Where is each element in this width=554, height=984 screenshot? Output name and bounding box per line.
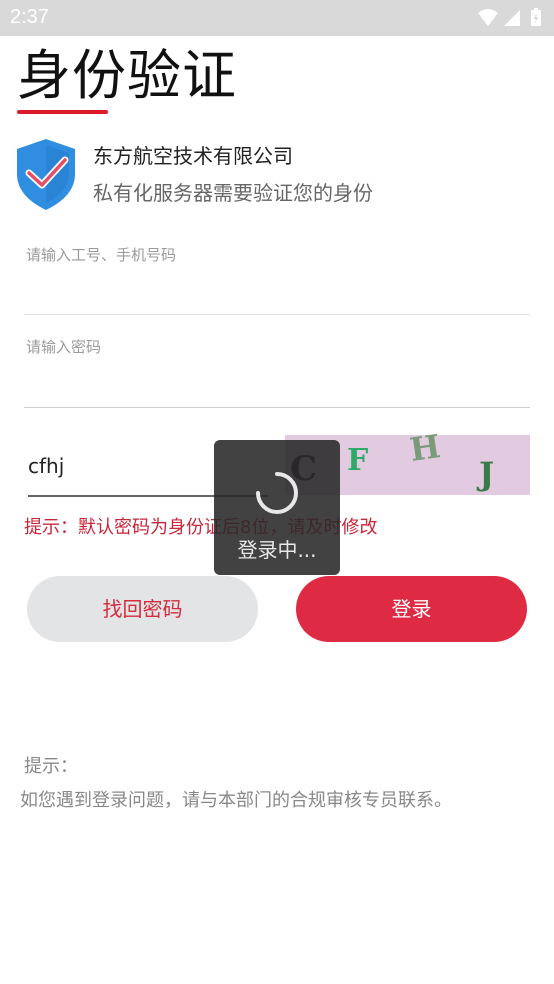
battery-icon — [531, 8, 541, 26]
captcha-char: J — [479, 455, 495, 493]
company-description: 私有化服务器需要验证您的身份 — [93, 181, 373, 205]
captcha-input-value: cfhj — [28, 454, 65, 478]
status-time: 2:37 — [10, 6, 49, 28]
status-bar: 2:37 — [0, 0, 554, 36]
loading-spinner-icon — [256, 472, 298, 514]
account-placeholder: 请输入工号、手机号码 — [26, 246, 177, 264]
loading-toast: 登录中... — [214, 440, 340, 575]
password-placeholder: 请输入密码 — [26, 338, 102, 356]
tips-label: 提示： — [24, 756, 78, 777]
password-input[interactable]: 请输入密码 — [24, 336, 530, 408]
shield-check-icon — [17, 139, 75, 210]
page-title: 身份验证 — [17, 44, 237, 107]
account-input[interactable]: 请输入工号、手机号码 — [24, 244, 530, 315]
title-underline — [17, 110, 108, 114]
forgot-password-button[interactable]: 找回密码 — [27, 576, 258, 642]
company-name: 东方航空技术有限公司 — [93, 144, 293, 168]
signal-icon — [504, 10, 520, 26]
status-icons — [476, 8, 546, 32]
wifi-icon — [478, 9, 498, 26]
captcha-char: F — [347, 443, 369, 478]
loading-message: 登录中... — [237, 538, 317, 562]
captcha-char: H — [407, 427, 443, 469]
login-button[interactable]: 登录 — [296, 576, 527, 642]
tips-text: 如您遇到登录问题，请与本部门的合规审核专员联系。 — [20, 790, 452, 811]
